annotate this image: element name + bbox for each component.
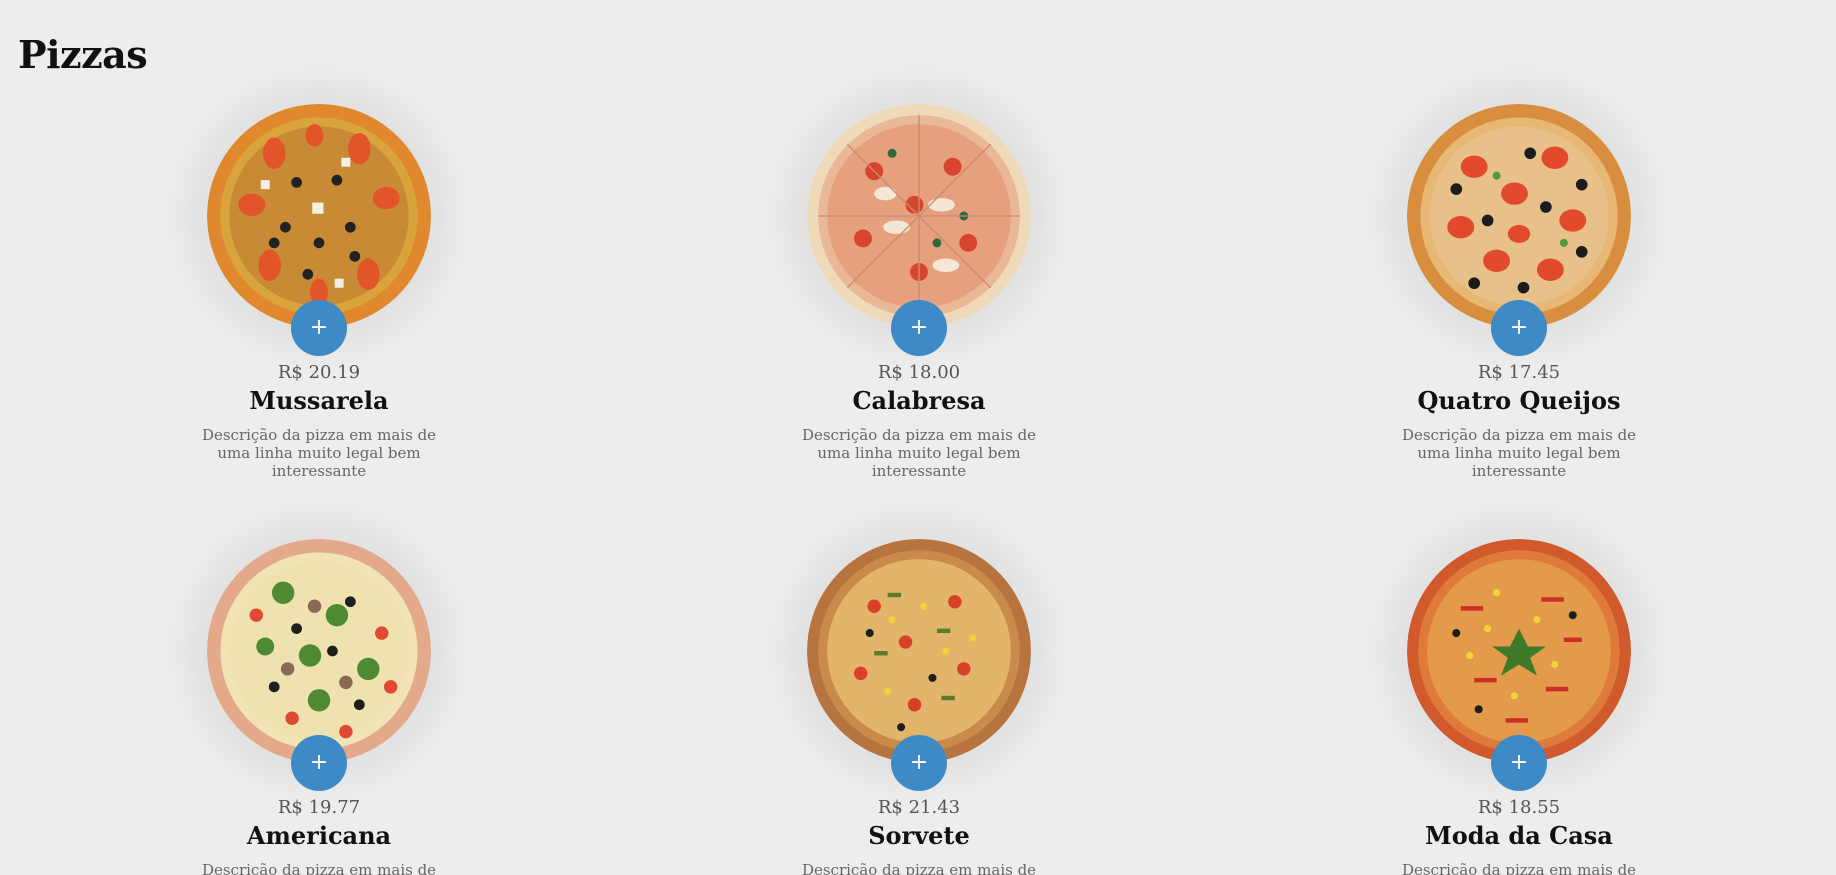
pizza-name: Sorvete [868,821,970,850]
pizza-name: Americana [246,821,392,850]
add-to-cart-button[interactable]: + [1491,300,1547,356]
add-to-cart-button[interactable]: + [291,735,347,791]
pizza-image[interactable] [1407,539,1631,763]
pizza-image[interactable] [1407,104,1631,328]
pizza-name: Quatro Queijos [1417,386,1621,415]
pizza-description: Descrição da pizza em mais de uma linha … [1401,861,1637,875]
pizza-price: R$ 18.55 [1477,797,1561,818]
pizza-description: Descrição da pizza em mais de uma linha … [801,426,1037,480]
pizza-price: R$ 20.19 [277,362,361,383]
pizza-description: Descrição da pizza em mais de uma linha … [1401,426,1637,480]
pizza-image[interactable] [807,104,1031,328]
add-to-cart-button[interactable]: + [891,300,947,356]
pizza-description: Descrição da pizza em mais de uma linha … [801,861,1037,875]
pizza-description: Descrição da pizza em mais de uma linha … [201,426,437,480]
pizza-grid: + R$ 20.19 Mussarela Descrição da pizza … [0,0,1836,875]
pizza-price: R$ 18.00 [877,362,961,383]
pizza-price: R$ 17.45 [1477,362,1561,383]
pizza-name: Mussarela [249,386,389,415]
pizza-image[interactable] [807,539,1031,763]
add-to-cart-button[interactable]: + [1491,735,1547,791]
pizza-description: Descrição da pizza em mais de uma linha … [201,861,437,875]
add-to-cart-button[interactable]: + [891,735,947,791]
pizza-image[interactable] [207,539,431,763]
pizza-price: R$ 21.43 [877,797,961,818]
pizza-name: Calabresa [852,386,986,415]
pizza-price: R$ 19.77 [277,797,361,818]
add-to-cart-button[interactable]: + [291,300,347,356]
pizza-name: Moda da Casa [1425,821,1613,850]
pizza-image[interactable] [207,104,431,328]
